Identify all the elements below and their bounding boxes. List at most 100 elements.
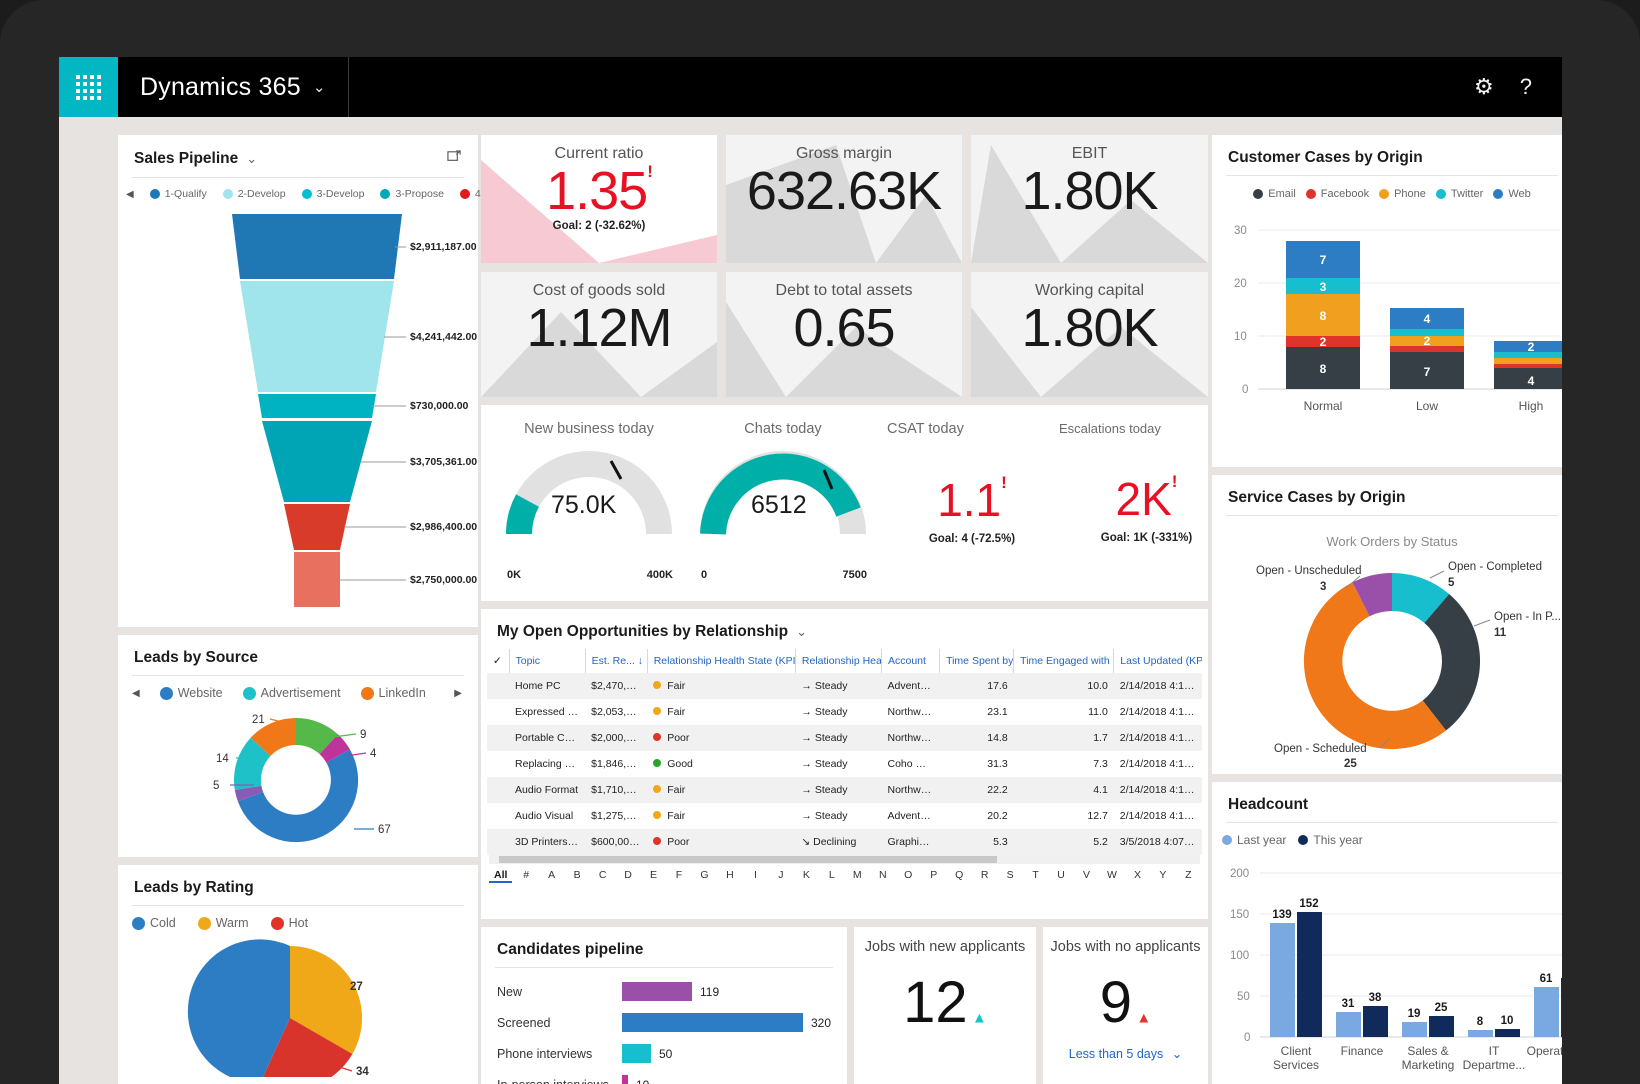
table-row[interactable]: Audio Format$1,710,60...Fair→ SteadyNort… [487, 777, 1202, 803]
alpha-filter-a[interactable]: A [540, 869, 563, 883]
alpha-filter-q[interactable]: Q [947, 869, 970, 883]
kpi-tile-current-ratio[interactable]: Current ratio 1.35! Goal: 2 (-32.62%) [481, 135, 717, 263]
candidates-bar-row[interactable]: Screened320 [497, 1013, 831, 1032]
help-icon[interactable]: ? [1520, 76, 1532, 98]
kpi-tile-gross-margin[interactable]: Gross margin 632.63K [726, 135, 962, 263]
time-filter-dropdown[interactable]: Less than 5 days ⌄ [1043, 1046, 1208, 1061]
gauge-new-business-today[interactable]: New business today 75.0K 0K 400K [499, 421, 679, 581]
expand-chart-icon[interactable] [447, 149, 462, 169]
cell-account[interactable]: Adventure Wo [882, 803, 940, 829]
cell-topic[interactable]: 3D Printers for GDI [509, 829, 585, 855]
cell-topic[interactable]: Audio Format [509, 777, 585, 803]
candidates-bar-row[interactable]: In-person interviews10 [497, 1075, 831, 1084]
app-launcher-icon[interactable] [59, 57, 118, 117]
legend-item[interactable]: Last year [1222, 833, 1286, 847]
alpha-filter-f[interactable]: F [667, 869, 690, 883]
legend-item[interactable]: Facebook [1306, 188, 1369, 200]
col-time-engaged[interactable]: Time Engaged with C... [1014, 649, 1114, 673]
alphabet-filter-bar[interactable]: All#ABCDEFGHIJKLMNOPQRSTUVWXYZ [481, 864, 1208, 888]
gear-icon[interactable]: ⚙ [1474, 76, 1494, 98]
funnel-chart[interactable]: $2,911,187.00 $4,241,442.00 $730,000.00 … [118, 202, 478, 617]
kpi-tile-debt-to-total-assets[interactable]: Debt to total assets 0.65 [726, 272, 962, 397]
legend-item[interactable]: 3-Propose [380, 188, 443, 200]
alpha-filter-s[interactable]: S [998, 869, 1021, 883]
alpha-filter-n[interactable]: N [871, 869, 894, 883]
horizontal-scrollbar[interactable] [489, 855, 1200, 864]
legend-item[interactable]: Advertisement [243, 686, 341, 700]
col-relationship-health-trend[interactable]: Relationship Healt... [795, 649, 881, 673]
cell-account[interactable]: Adventure Wo [882, 673, 940, 699]
kpi-tile-working-capital[interactable]: Working capital 1.80K [971, 272, 1208, 397]
alpha-filter-u[interactable]: U [1049, 869, 1072, 883]
alpha-filter-h[interactable]: H [718, 869, 741, 883]
alpha-filter-k[interactable]: K [795, 869, 818, 883]
cell-account[interactable]: Coho Winery... [882, 751, 940, 777]
cell-account[interactable]: Northwind Tra [882, 699, 940, 725]
card-jobs-with-no-applicants[interactable]: Jobs with no applicants 9 ▲ Less than 5 … [1043, 927, 1208, 1084]
customer-cases-stacked-bar-chart[interactable]: 30 20 10 0 8 2 8 3 7 [1212, 202, 1562, 440]
cell-topic[interactable]: Audio Visual [509, 803, 585, 829]
alpha-filter-all[interactable]: All [489, 869, 512, 883]
alpha-filter-b[interactable]: B [565, 869, 588, 883]
cell-account[interactable]: Northwind Tra [882, 725, 940, 751]
alpha-filter-w[interactable]: W [1100, 869, 1123, 883]
alpha-filter-r[interactable]: R [973, 869, 996, 883]
chevron-down-icon[interactable]: ⌄ [246, 151, 257, 167]
legend-item[interactable]: Phone [1379, 188, 1426, 200]
alpha-filter-v[interactable]: V [1075, 869, 1098, 883]
alpha-filter-z[interactable]: Z [1177, 869, 1200, 883]
cell-topic[interactable]: Portable Computing [509, 725, 585, 751]
table-row[interactable]: Audio Visual$1,275,80...Fair→ SteadyAdve… [487, 803, 1202, 829]
row-checkbox[interactable] [487, 777, 509, 803]
alpha-filter-l[interactable]: L [820, 869, 843, 883]
leads-source-donut-chart[interactable]: 21 9 4 14 5 67 [118, 702, 478, 852]
headcount-bar-chart[interactable]: 200 150 100 50 0 139 152 31 38 19 [1212, 849, 1562, 1077]
legend-item[interactable]: This year [1298, 833, 1362, 847]
alpha-filter-p[interactable]: P [922, 869, 945, 883]
leads-rating-pie-chart[interactable]: 27 34 [118, 932, 478, 1077]
alpha-filter-hash[interactable]: # [514, 869, 537, 883]
legend-item[interactable]: Twitter [1436, 188, 1483, 200]
kpi-csat-today[interactable]: CSAT today 1.1! Goal: 4 (-72.5%) [887, 421, 1057, 581]
legend-prev-arrow[interactable]: ◀ [132, 688, 140, 699]
legend-next-arrow[interactable]: ▶ [454, 688, 470, 699]
row-checkbox[interactable] [487, 725, 509, 751]
candidates-bar-row[interactable]: New119 [497, 982, 831, 1001]
alpha-filter-i[interactable]: I [744, 869, 767, 883]
table-row[interactable]: 3D Printers for GDI$600,000....Poor↘ Dec… [487, 829, 1202, 855]
table-row[interactable]: Expressed interest in A$2,053,94...Fair→… [487, 699, 1202, 725]
legend-item[interactable]: 1-Qualify [150, 188, 207, 200]
legend-item[interactable]: 2-Develop [223, 188, 286, 200]
work-orders-donut-chart[interactable]: Work Orders by Status Open - Unscheduled… [1212, 516, 1562, 771]
brand-menu[interactable]: Dynamics 365 ⌄ [118, 57, 349, 117]
col-topic[interactable]: Topic [509, 649, 585, 673]
kpi-tile-ebit[interactable]: EBIT 1.80K [971, 135, 1208, 263]
alpha-filter-c[interactable]: C [591, 869, 614, 883]
alpha-filter-y[interactable]: Y [1151, 869, 1174, 883]
legend-item[interactable]: Website [160, 686, 223, 700]
legend-item[interactable]: Email [1253, 188, 1296, 200]
gauge-chats-today[interactable]: Chats today 6512 0 7500 [693, 421, 873, 581]
alpha-filter-x[interactable]: X [1126, 869, 1149, 883]
kpi-escalations-today[interactable]: Escalations today 2K! Goal: 1K (-331%) [1059, 421, 1234, 581]
candidates-bar-row[interactable]: Phone interviews50 [497, 1044, 831, 1063]
legend-item[interactable]: 3-Develop [302, 188, 365, 200]
chevron-down-icon[interactable]: ⌄ [796, 624, 807, 640]
alpha-filter-g[interactable]: G [693, 869, 716, 883]
alpha-filter-m[interactable]: M [846, 869, 869, 883]
legend-item[interactable]: Cold [132, 916, 176, 930]
alpha-filter-e[interactable]: E [642, 869, 665, 883]
alpha-filter-d[interactable]: D [616, 869, 639, 883]
table-row[interactable]: Portable Computing$2,000,00...Poor→ Stea… [487, 725, 1202, 751]
alpha-filter-o[interactable]: O [897, 869, 920, 883]
col-account[interactable]: Account [882, 649, 940, 673]
table-row[interactable]: Replacing SD exhibits $1,846,95...Good→ … [487, 751, 1202, 777]
legend-item[interactable]: Hot [271, 916, 308, 930]
col-time-spent[interactable]: Time Spent by... [940, 649, 1014, 673]
kpi-tile-cost-of-goods-sold[interactable]: Cost of goods sold 1.12M [481, 272, 717, 397]
col-relationship-health-state[interactable]: Relationship Health State (KPI) [647, 649, 795, 673]
sales-pipeline-header[interactable]: Sales Pipeline ⌄ [118, 135, 478, 177]
card-jobs-with-new-applicants[interactable]: Jobs with new applicants 12 ▲ [854, 927, 1036, 1084]
opportunities-header[interactable]: My Open Opportunities by Relationship ⌄ [481, 609, 1208, 649]
col-est-revenue[interactable]: Est. Re... ↓ [585, 649, 647, 673]
